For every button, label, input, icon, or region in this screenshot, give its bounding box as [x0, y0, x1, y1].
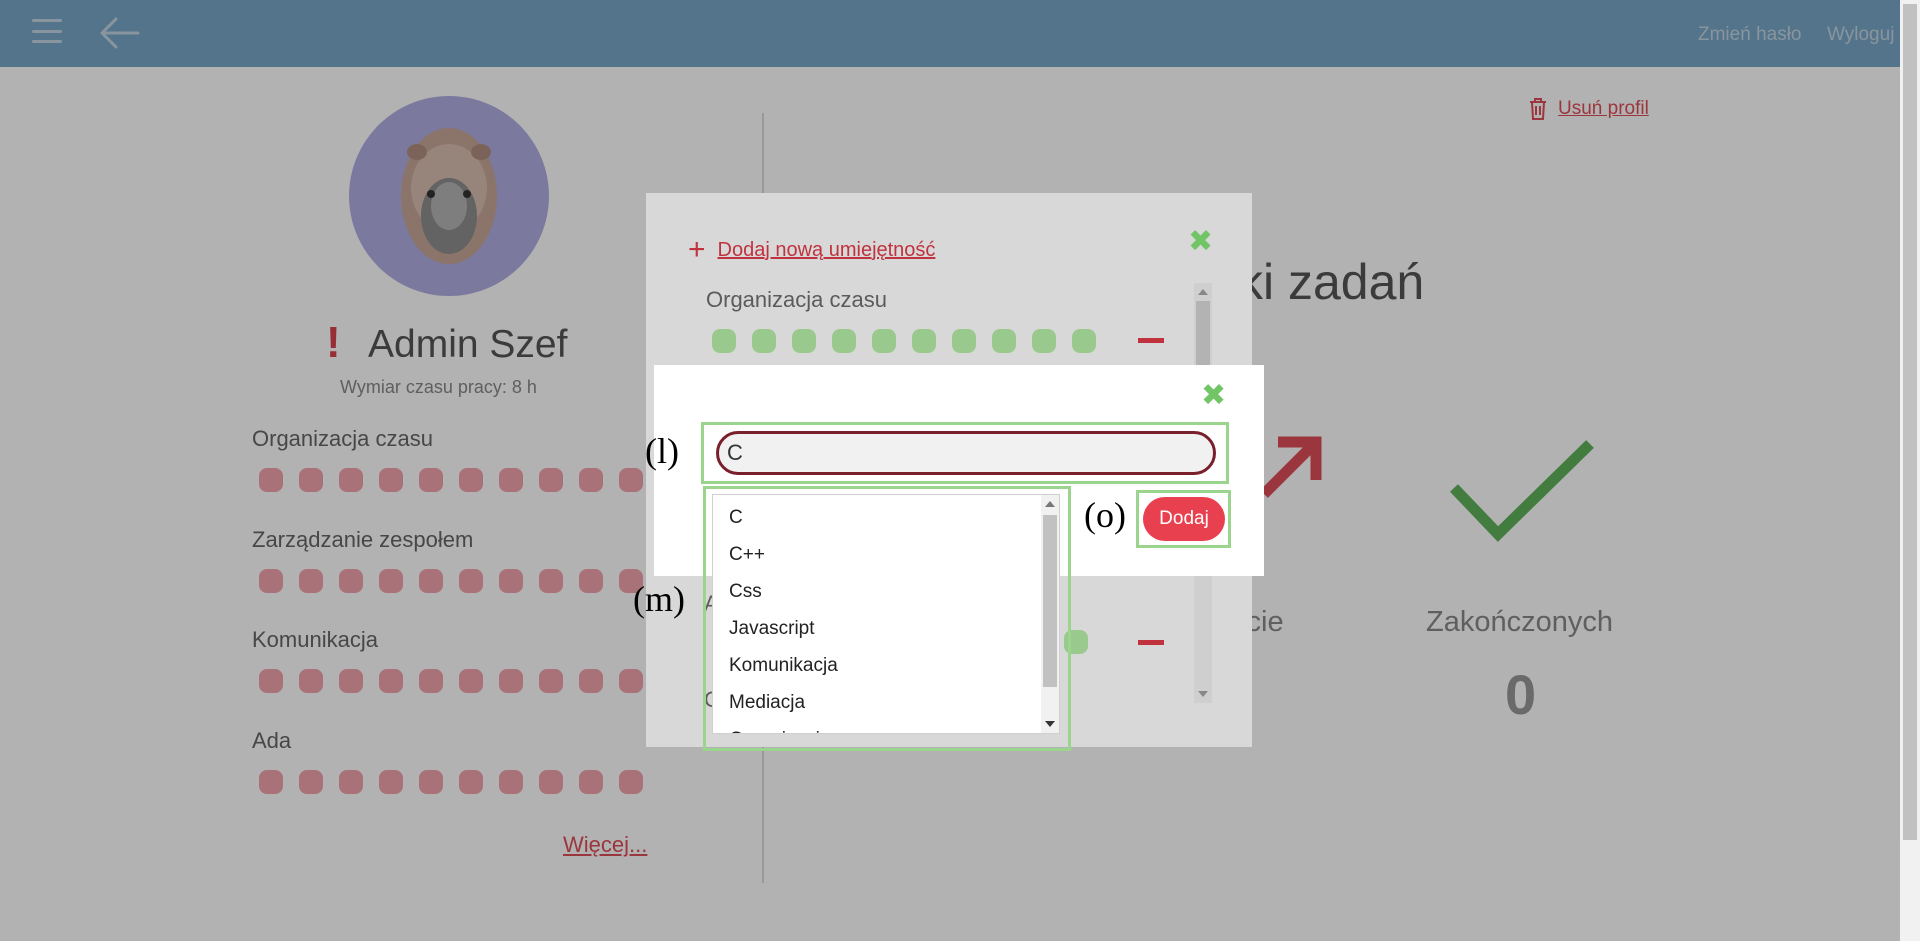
- annotation-label: (m): [633, 579, 685, 619]
- add-button[interactable]: Dodaj: [1143, 497, 1225, 541]
- modal-skill-label: Organizacja czasu: [706, 287, 887, 312]
- annotation-label: (l): [645, 431, 679, 471]
- dropdown-highlight: C C++ Css Javascript Komunikacja Mediacj…: [703, 486, 1071, 751]
- page-scrollbar[interactable]: [1900, 0, 1920, 941]
- remove-skill-button[interactable]: [1138, 338, 1164, 343]
- list-item[interactable]: Organizacja: [713, 721, 1059, 733]
- list-item[interactable]: Mediacja: [713, 684, 1059, 721]
- list-item[interactable]: Css: [713, 573, 1059, 610]
- close-icon[interactable]: ✖: [1188, 227, 1213, 257]
- annotation-label: (o): [1084, 495, 1126, 535]
- dropdown-scrollbar[interactable]: [1041, 495, 1059, 733]
- list-item[interactable]: Komunikacja: [713, 647, 1059, 684]
- modal-skill-dots: [712, 329, 1096, 353]
- search-highlight: [701, 422, 1229, 484]
- add-new-skill-label: Dodaj nową umiejętność: [717, 238, 936, 261]
- list-item[interactable]: C++: [713, 536, 1059, 573]
- add-button-highlight: Dodaj: [1136, 490, 1231, 548]
- add-new-skill-link[interactable]: + Dodaj nową umiejętność: [688, 235, 935, 265]
- list-item[interactable]: Javascript: [713, 610, 1059, 647]
- remove-skill-button[interactable]: [1138, 640, 1164, 645]
- close-icon[interactable]: ✖: [1201, 381, 1226, 411]
- skill-search-input[interactable]: [716, 431, 1216, 475]
- plus-icon: +: [688, 233, 706, 266]
- skill-suggestions-list[interactable]: C C++ Css Javascript Komunikacja Mediacj…: [712, 494, 1060, 734]
- list-item[interactable]: C: [713, 499, 1059, 536]
